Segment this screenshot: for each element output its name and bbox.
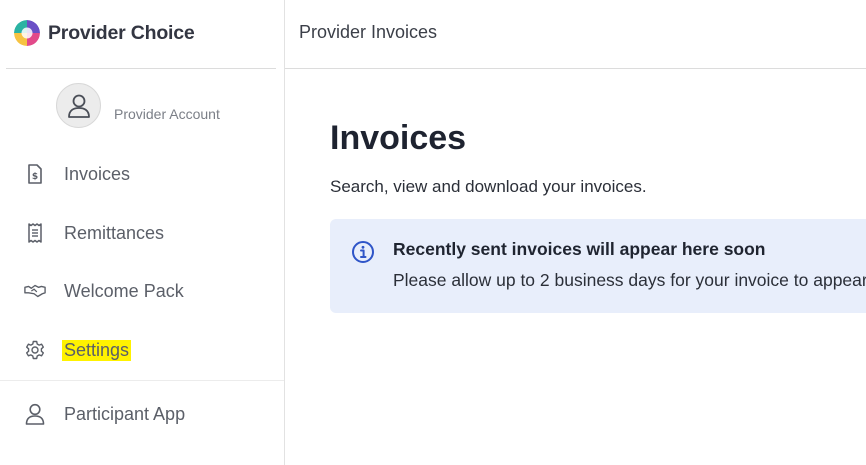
brand-logo[interactable]: Provider Choice <box>14 19 195 47</box>
page-subtitle: Search, view and download your invoices. <box>330 177 647 196</box>
handshake-icon <box>24 280 46 302</box>
account-section: Provider Account <box>56 83 220 128</box>
user-icon <box>24 403 46 425</box>
sidebar-item-label: Remittances <box>64 222 165 243</box>
sidebar-item-label: Welcome Pack <box>64 280 184 301</box>
alert-title: Recently sent invoices will appear here … <box>393 239 766 259</box>
sidebar-item-label: Settings <box>62 339 132 361</box>
brand-name: Provider Choice <box>48 21 195 44</box>
info-icon <box>351 240 375 264</box>
main-content: Invoices Search, view and download your … <box>285 69 866 465</box>
sidebar-item-invoices[interactable]: $ Invoices <box>0 152 284 196</box>
page-title: Invoices <box>330 119 467 157</box>
receipt-icon <box>24 222 46 244</box>
alert-body: Please allow up to 2 business days for y… <box>393 270 866 290</box>
sidebar: Provider Choice Provider Account $ Invoi… <box>0 0 285 465</box>
svg-text:$: $ <box>32 172 38 182</box>
info-alert: Recently sent invoices will appear here … <box>330 219 866 313</box>
gear-icon <box>24 339 46 361</box>
sidebar-item-welcome-pack[interactable]: Welcome Pack <box>0 269 284 313</box>
logo-divider <box>6 68 276 69</box>
sidebar-item-participant-app[interactable]: Participant App <box>0 392 284 436</box>
top-header: Provider Invoices <box>285 0 866 69</box>
avatar[interactable] <box>56 83 101 128</box>
nav-divider <box>0 380 284 381</box>
sidebar-item-settings[interactable]: Settings <box>0 328 284 372</box>
invoice-dollar-icon: $ <box>24 163 46 185</box>
header-title: Provider Invoices <box>299 22 438 42</box>
user-icon <box>67 94 90 118</box>
sidebar-item-remittances[interactable]: Remittances <box>0 211 284 255</box>
account-label: Provider Account <box>114 106 220 122</box>
sidebar-item-label: Invoices <box>64 163 131 184</box>
brand-logo-icon <box>14 20 40 46</box>
sidebar-item-label: Participant App <box>64 403 186 424</box>
